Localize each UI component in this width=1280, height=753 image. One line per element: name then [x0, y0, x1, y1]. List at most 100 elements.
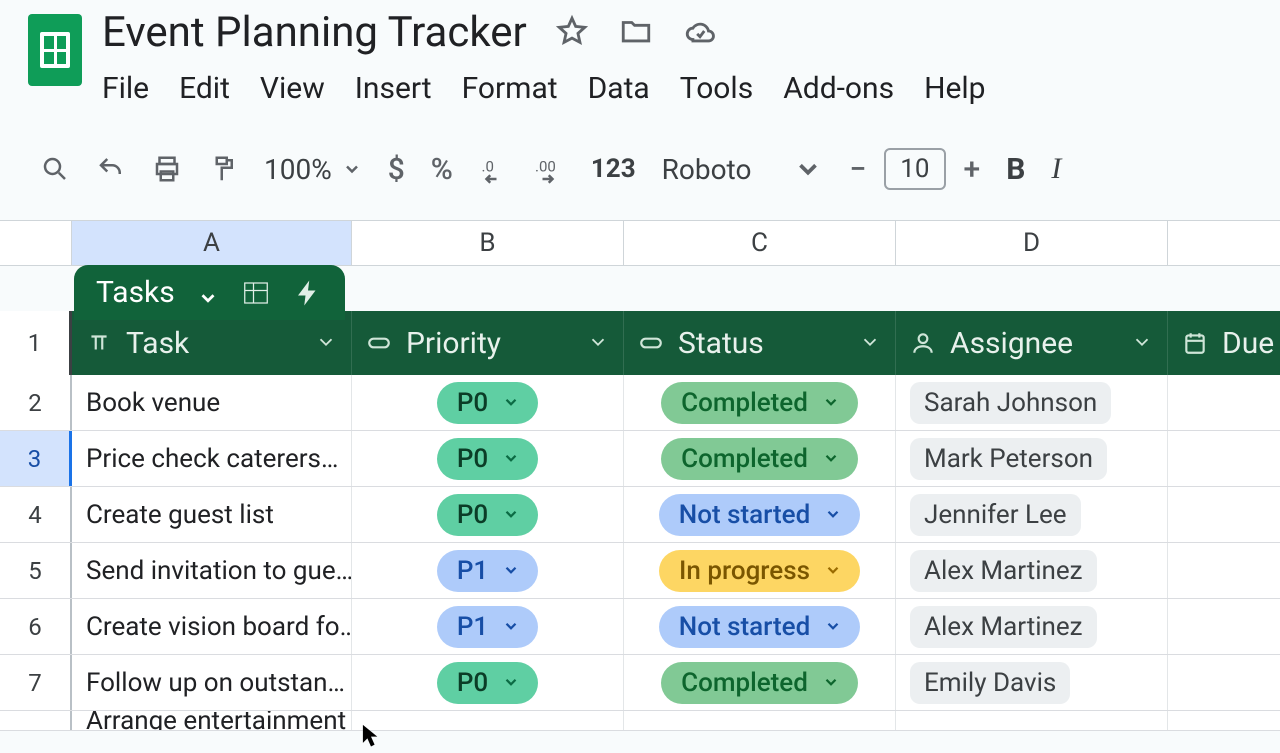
select-all-corner[interactable]	[0, 221, 72, 265]
table-tab[interactable]: Tasks	[74, 265, 345, 320]
paint-format-icon[interactable]	[208, 154, 238, 184]
font-size-input[interactable]: 10	[884, 148, 945, 190]
cell-task[interactable]: Book venue	[72, 375, 352, 430]
menu-data[interactable]: Data	[588, 71, 650, 106]
bolt-icon[interactable]	[293, 278, 323, 308]
cell-assignee[interactable]: Sarah Johnson	[896, 375, 1168, 430]
print-icon[interactable]	[152, 154, 182, 184]
cell-due[interactable]: 10/12/20	[1168, 543, 1280, 598]
col-header-assignee[interactable]: Assignee	[896, 311, 1168, 375]
menu-file[interactable]: File	[102, 71, 149, 106]
column-header-e[interactable]	[1168, 221, 1280, 265]
cell-priority[interactable]: P0	[352, 375, 624, 430]
cell-due[interactable]: 10/01/20	[1168, 487, 1280, 542]
cell-due[interactable]: 10/01/20	[1168, 375, 1280, 430]
row-number[interactable]: 6	[0, 599, 72, 654]
priority-chip[interactable]: P1	[437, 606, 538, 648]
priority-chip[interactable]: P1	[437, 550, 538, 592]
cell-assignee[interactable]: Alex Martinez	[896, 543, 1168, 598]
cell-priority[interactable]: P1	[352, 543, 624, 598]
row-number[interactable]: 7	[0, 655, 72, 710]
italic-button[interactable]: I	[1051, 152, 1061, 186]
cell-due[interactable]: 10/03/20	[1168, 655, 1280, 710]
cell-assignee[interactable]: Mark Peterson	[896, 431, 1168, 486]
bold-button[interactable]: B	[1006, 152, 1025, 187]
row-number[interactable]: 2	[0, 375, 72, 430]
priority-chip[interactable]: P0	[437, 438, 538, 480]
font-family-select[interactable]: Roboto	[662, 153, 824, 186]
row-number[interactable]: 5	[0, 543, 72, 598]
assignee-chip[interactable]: Alex Martinez	[910, 606, 1097, 648]
col-header-due[interactable]: Due d	[1168, 311, 1280, 375]
status-chip[interactable]: Completed	[661, 382, 858, 424]
column-header-c[interactable]: C	[624, 221, 896, 265]
priority-chip[interactable]: P0	[437, 662, 538, 704]
assignee-chip[interactable]: Emily Davis	[910, 662, 1070, 704]
status-chip[interactable]: Not started	[659, 606, 860, 648]
increase-decimal-icon[interactable]: .00	[535, 154, 565, 184]
cell-due[interactable]: 10/12/20	[1168, 599, 1280, 654]
cloud-status-icon[interactable]	[683, 14, 717, 52]
cell-due[interactable]	[1168, 711, 1280, 730]
document-title[interactable]: Event Planning Tracker	[102, 8, 527, 57]
cell-task[interactable]: Arrange entertainment	[72, 711, 352, 730]
currency-format-button[interactable]: $	[388, 152, 405, 187]
cell-priority[interactable]: P1	[352, 599, 624, 654]
cell-due[interactable]: 10/01/20	[1168, 431, 1280, 486]
percent-format-button[interactable]: %	[431, 152, 453, 187]
zoom-select[interactable]: 100%	[264, 153, 362, 186]
column-header-b[interactable]: B	[352, 221, 624, 265]
col-header-task[interactable]: Task	[72, 311, 352, 375]
col-header-priority[interactable]: Priority	[352, 311, 624, 375]
status-chip[interactable]: Completed	[661, 662, 858, 704]
assignee-chip[interactable]: Sarah Johnson	[910, 382, 1111, 424]
cell-assignee[interactable]: Jennifer Lee	[896, 487, 1168, 542]
table-layout-icon[interactable]	[241, 278, 271, 308]
cell-assignee[interactable]	[896, 711, 1168, 730]
cell-status[interactable]: Completed	[624, 375, 896, 430]
cell-task[interactable]: Follow up on outstan…	[72, 655, 352, 710]
priority-chip[interactable]: P0	[437, 382, 538, 424]
menu-format[interactable]: Format	[462, 71, 558, 106]
assignee-chip[interactable]: Alex Martinez	[910, 550, 1097, 592]
column-header-a[interactable]: A	[72, 221, 352, 265]
assignee-chip[interactable]: Jennifer Lee	[910, 494, 1081, 536]
assignee-chip[interactable]: Mark Peterson	[910, 438, 1107, 480]
cell-priority[interactable]: P0	[352, 487, 624, 542]
cell-status[interactable]: Completed	[624, 655, 896, 710]
cell-assignee[interactable]: Alex Martinez	[896, 599, 1168, 654]
star-icon[interactable]	[555, 14, 589, 52]
menu-edit[interactable]: Edit	[179, 71, 230, 106]
cell-task[interactable]: Send invitation to gue…	[72, 543, 352, 598]
cell-status[interactable]: In progress	[624, 543, 896, 598]
row-number[interactable]	[0, 711, 72, 730]
search-icon[interactable]	[40, 154, 70, 184]
cell-assignee[interactable]: Emily Davis	[896, 655, 1168, 710]
menu-insert[interactable]: Insert	[355, 71, 432, 106]
column-header-d[interactable]: D	[896, 221, 1168, 265]
row-number[interactable]: 1	[0, 311, 72, 375]
cell-priority[interactable]	[352, 711, 624, 730]
status-chip[interactable]: Completed	[661, 438, 858, 480]
menu-addons[interactable]: Add-ons	[783, 71, 894, 106]
cell-status[interactable]	[624, 711, 896, 730]
more-formats-button[interactable]: 123	[591, 154, 636, 184]
cell-task[interactable]: Price check caterers…	[72, 431, 352, 486]
cell-task[interactable]: Create guest list	[72, 487, 352, 542]
cell-status[interactable]: Not started	[624, 487, 896, 542]
row-number[interactable]: 4	[0, 487, 72, 542]
cell-status[interactable]: Not started	[624, 599, 896, 654]
move-folder-icon[interactable]	[619, 14, 653, 52]
cell-priority[interactable]: P0	[352, 655, 624, 710]
cell-task[interactable]: Create vision board fo…	[72, 599, 352, 654]
menu-help[interactable]: Help	[924, 71, 985, 106]
status-chip[interactable]: Not started	[659, 494, 860, 536]
decrease-font-size-button[interactable]: −	[849, 152, 866, 187]
menu-tools[interactable]: Tools	[680, 71, 753, 106]
undo-icon[interactable]	[96, 154, 126, 184]
priority-chip[interactable]: P0	[437, 494, 538, 536]
increase-font-size-button[interactable]: +	[964, 152, 981, 187]
cell-priority[interactable]: P0	[352, 431, 624, 486]
status-chip[interactable]: In progress	[659, 550, 860, 592]
decrease-decimal-icon[interactable]: .0	[479, 154, 509, 184]
